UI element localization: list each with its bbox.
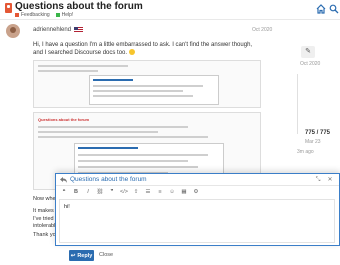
us-flag-icon	[74, 27, 84, 33]
collapse-icon[interactable]: ⤡	[314, 176, 322, 184]
timeline-last-activity[interactable]: 3m ago	[297, 149, 314, 155]
link-icon[interactable]: ⛓	[96, 189, 104, 195]
category-feedbacking[interactable]: Feedbacking	[15, 12, 50, 18]
screenshot-line	[93, 95, 193, 97]
close-composer-link[interactable]: Close	[99, 252, 113, 258]
category-label: Feedbacking	[21, 12, 50, 18]
avatar[interactable]	[6, 24, 20, 38]
screenshot-line	[38, 65, 128, 67]
emoji-icon[interactable]: ☺	[168, 189, 176, 195]
reply-arrow-icon: ↩	[70, 252, 76, 259]
screenshot-line	[38, 126, 188, 128]
post-text: Hi, I have a question I'm a little embar…	[33, 42, 253, 56]
bold-icon[interactable]: B	[72, 189, 80, 195]
italic-icon[interactable]: I	[84, 189, 92, 195]
screenshot-line	[78, 160, 188, 162]
home-icon[interactable]	[316, 4, 326, 14]
screenshot-dialog	[89, 75, 219, 105]
timeline-post-count: 775 / 775	[305, 130, 331, 136]
timeline-start-date[interactable]: Oct 2020	[300, 61, 320, 67]
screenshot-line	[38, 136, 208, 138]
screenshot-line	[93, 90, 183, 92]
topic-title[interactable]: Questions about the forum	[15, 1, 143, 12]
composer-header: Questions about the forum ⤡ ✕	[56, 174, 339, 186]
composer-toolbar: ❝ B I ⛓ ❞ </> ⇪ ☰ ≡ ☺ ▦ ⚙	[60, 188, 200, 196]
screenshot-line	[78, 166, 198, 168]
screenshot-bar	[93, 79, 133, 81]
reply-arrow-icon	[60, 177, 67, 183]
numbered-list-icon[interactable]: ≡	[156, 189, 164, 195]
site-logo[interactable]	[5, 3, 12, 13]
composer-textarea[interactable]: hi!	[59, 199, 335, 243]
category-color-swatch	[15, 13, 19, 17]
post-body: Hi, I have a question I'm a little embar…	[33, 41, 261, 57]
search-icon[interactable]	[329, 4, 339, 14]
bullet-list-icon[interactable]: ☰	[144, 189, 152, 195]
code-icon[interactable]: </>	[120, 189, 128, 195]
smile-emoji-icon	[128, 49, 135, 55]
close-icon[interactable]: ✕	[326, 176, 334, 184]
site-header: Questions about the forum Feedbacking He…	[0, 0, 340, 20]
reply-composer: Questions about the forum ⤡ ✕ ❝ B I ⛓ ❞ …	[55, 173, 340, 246]
options-gear-icon[interactable]: ⚙	[192, 189, 200, 195]
screenshot-line	[38, 131, 158, 133]
upload-icon[interactable]: ⇪	[132, 189, 140, 195]
date-icon[interactable]: ▦	[180, 189, 188, 195]
timeline-end-date[interactable]: Mar 23	[305, 139, 321, 145]
reply-button-label: Reply	[77, 252, 93, 259]
post-date[interactable]: Oct 2020	[252, 27, 272, 33]
category-label: Help!	[61, 12, 74, 18]
category-color-swatch	[55, 13, 60, 17]
edit-pencil-icon[interactable]: ✎	[301, 46, 315, 58]
embedded-screenshot[interactable]	[33, 60, 261, 108]
screenshot-title: Questions about the forum	[38, 117, 90, 122]
screenshot-line	[93, 85, 203, 87]
screenshot-line	[38, 70, 98, 72]
reply-button[interactable]: ↩ Reply	[69, 250, 94, 261]
screenshot-line	[78, 154, 208, 156]
quote-icon[interactable]: ❝	[60, 189, 68, 195]
username[interactable]: adriennehlend	[33, 27, 71, 33]
category-help[interactable]: Help!	[55, 12, 74, 18]
timeline-track[interactable]	[297, 74, 298, 134]
category-breadcrumb: Feedbacking Help!	[15, 12, 73, 18]
post-author: adriennehlend	[33, 27, 84, 33]
blockquote-icon[interactable]: ❞	[108, 189, 116, 195]
screenshot-bar	[78, 147, 138, 149]
composer-topic-title[interactable]: Questions about the forum	[70, 176, 147, 183]
